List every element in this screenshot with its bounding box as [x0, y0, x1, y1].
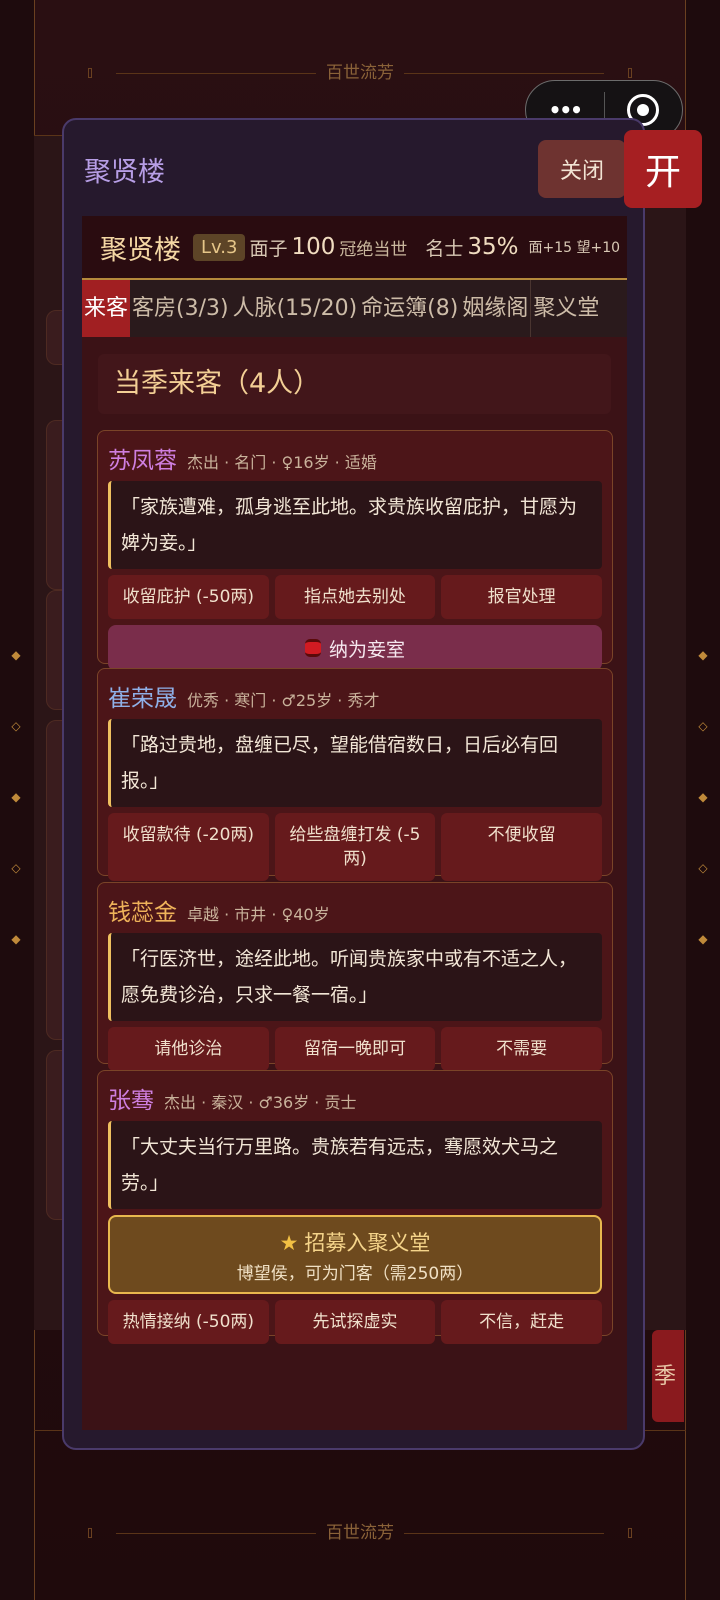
- option-drive-away-button[interactable]: 不信，赶走: [441, 1300, 603, 1344]
- guest-meta: 杰出 · 名门 · ♀16岁 · 适婚: [187, 453, 377, 472]
- guest-quote: 「行医济世，途经此地。听闻贵族家中或有不适之人，愿免费诊治，只求一餐一宿。」: [108, 933, 602, 1021]
- close-button[interactable]: 关闭: [538, 140, 626, 198]
- recruitment-hall-modal: 聚贤楼 关闭 聚贤楼 Lv.3 面子 100 冠绝当世 名士 35% 面+15 …: [62, 118, 645, 1450]
- hall-name: 聚贤楼: [100, 234, 181, 266]
- bottom-banner-title: 百世流芳: [326, 1523, 394, 1543]
- bottom-banner: 百世流芳: [0, 1518, 720, 1543]
- scholar-value: 35%: [467, 234, 519, 260]
- guest-name: 钱蕊金: [108, 900, 177, 926]
- recruit-subtitle: 博望侯，可为门客（需250两）: [236, 1264, 474, 1284]
- guest-name: 苏凤蓉: [108, 448, 177, 474]
- scholar-label: 名士: [425, 237, 464, 260]
- option-probe-button[interactable]: 先试探虚实: [274, 1300, 436, 1344]
- level-badge: Lv.3: [193, 233, 246, 261]
- guest-card: 张骞 杰出 · 秦汉 · ♂36岁 · 贡士 「大丈夫当行万里路。贵族若有远志，…: [97, 1070, 613, 1344]
- option-treat-button[interactable]: 请他诊治: [108, 1027, 269, 1071]
- tab-fate-book[interactable]: 命运簿(8): [359, 280, 460, 337]
- right-diamond-deco-icon: ◆ ◇ ◆ ◇ ◆: [698, 648, 708, 946]
- guest-quote: 「家族遭难，孤身逃至此地。求贵族收留庇护，甘愿为婢为妾。」: [108, 481, 602, 569]
- option-give-money-button[interactable]: 给些盘缠打发 (-5两): [274, 813, 436, 881]
- guest-meta: 卓越 · 市井 · ♀40岁: [187, 905, 330, 924]
- tab-marriage-pavilion[interactable]: 姻缘阁: [460, 280, 530, 337]
- guest-card: 钱蕊金 卓越 · 市井 · ♀40岁 「行医济世，途经此地。听闻贵族家中或有不适…: [97, 882, 613, 1071]
- take-concubine-button[interactable]: 纳为妾室: [108, 625, 602, 671]
- face-value: 100: [291, 234, 336, 260]
- guest-quote: 「路过贵地，盘缠已尽，望能借宿数日，日后必有回报。」: [108, 719, 602, 807]
- tab-guest-rooms[interactable]: 客房(3/3): [130, 280, 231, 337]
- guest-card: 苏凤蓉 杰出 · 名门 · ♀16岁 · 适婚 「家族遭难，孤身逃至此地。求贵族…: [97, 430, 613, 671]
- lantern-icon: [304, 639, 321, 657]
- option-host-button[interactable]: 收留款待 (-20两): [108, 813, 269, 881]
- open-button[interactable]: 开: [624, 130, 702, 208]
- star-icon: ★: [279, 1231, 299, 1255]
- recruit-button[interactable]: ★ 招募入聚义堂 博望侯，可为门客（需250两）: [108, 1215, 602, 1294]
- take-concubine-label: 纳为妾室: [328, 638, 405, 661]
- section-title: 当季来客（4人）: [98, 354, 611, 414]
- tab-righteous-hall[interactable]: 聚义堂: [530, 280, 601, 337]
- background-season-button[interactable]: 季: [652, 1330, 684, 1422]
- option-stay-night-button[interactable]: 留宿一晚即可: [274, 1027, 436, 1071]
- tab-connections[interactable]: 人脉(15/20): [231, 280, 360, 337]
- guest-meta: 杰出 · 秦汉 · ♂36岁 · 贡士: [164, 1093, 357, 1112]
- bonus-text: 面+15 望+10: [528, 240, 621, 256]
- guest-quote: 「大丈夫当行万里路。贵族若有远志，骞愿效犬马之劳。」: [108, 1121, 602, 1209]
- option-redirect-button[interactable]: 指点她去别处: [274, 575, 436, 619]
- modal-title: 聚贤楼: [84, 157, 165, 188]
- guest-name: 崔荣晟: [108, 686, 177, 712]
- guest-meta: 优秀 · 寒门 · ♂25岁 · 秀才: [187, 691, 380, 710]
- game-screen: 季 百世流芳 百世流芳 ◆ ◇ ◆ ◇ ◆ ◆ ◇ ◆ ◇ ◆ ••• 聚贤楼 关闭 聚贤楼 L…: [0, 0, 720, 1600]
- option-no-need-button[interactable]: 不需要: [441, 1027, 603, 1071]
- top-banner-title: 百世流芳: [326, 63, 394, 83]
- guest-card: 崔荣晟 优秀 · 寒门 · ♂25岁 · 秀才 「路过贵地，盘缠已尽，望能借宿数…: [97, 668, 613, 881]
- hall-status-bar: 聚贤楼 Lv.3 面子 100 冠绝当世 名士 35% 面+15 望+10: [82, 216, 627, 278]
- tab-bar: 来客 客房(3/3) 人脉(15/20) 命运簿(8) 姻缘阁 聚义堂: [82, 280, 627, 337]
- option-welcome-button[interactable]: 热情接纳 (-50两): [108, 1300, 269, 1344]
- modal-content: 聚贤楼 Lv.3 面子 100 冠绝当世 名士 35% 面+15 望+10 来客…: [82, 216, 627, 1430]
- option-decline-button[interactable]: 不便收留: [441, 813, 603, 881]
- option-shelter-button[interactable]: 收留庇护 (-50两): [108, 575, 269, 619]
- recruit-title: 招募入聚义堂: [304, 1231, 431, 1255]
- tab-visitors[interactable]: 来客: [82, 280, 131, 337]
- face-rank: 冠绝当世: [339, 239, 408, 260]
- option-report-button[interactable]: 报官处理: [441, 575, 603, 619]
- face-label: 面子: [249, 237, 288, 260]
- guest-name: 张骞: [108, 1088, 154, 1114]
- left-diamond-deco-icon: ◆ ◇ ◆ ◇ ◆: [11, 648, 21, 946]
